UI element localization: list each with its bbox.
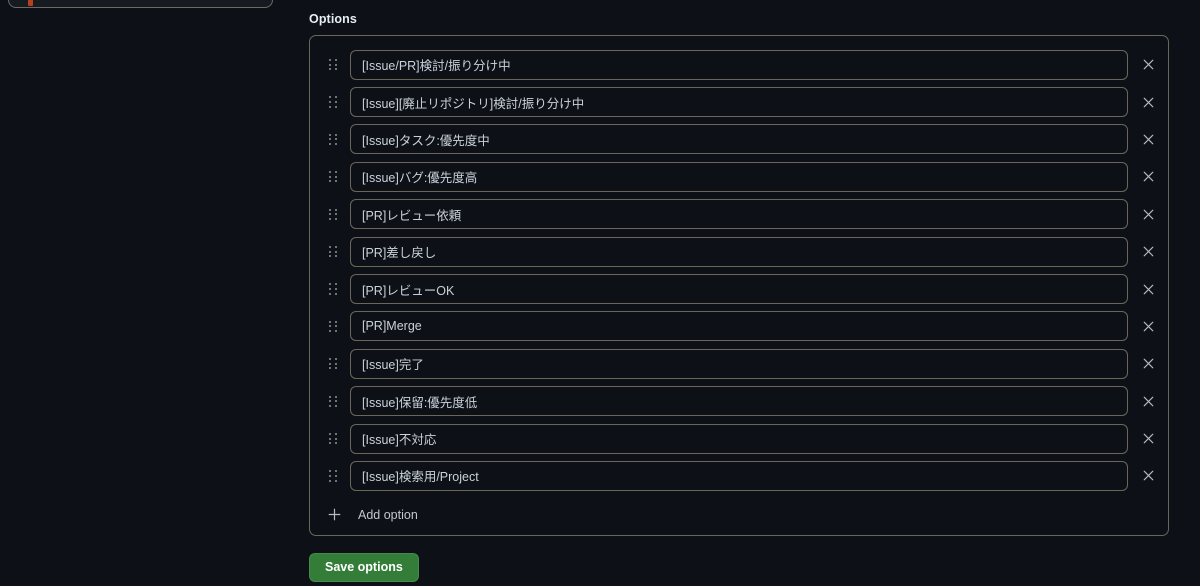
save-options-button[interactable]: Save options [309,552,419,582]
option-row [310,270,1168,307]
panel-accent-bar [28,0,33,6]
remove-option-button[interactable] [1128,461,1168,491]
option-row [310,345,1168,382]
drag-handle-icon[interactable] [322,126,344,152]
drag-handle-icon[interactable] [322,351,344,377]
remove-option-button[interactable] [1128,50,1168,80]
option-row [310,457,1168,494]
plus-icon [324,505,344,525]
drag-handle-icon[interactable] [322,313,344,339]
remove-option-button[interactable] [1128,124,1168,154]
drag-handle-icon[interactable] [322,276,344,302]
option-row [310,46,1168,83]
option-input[interactable] [350,274,1128,305]
option-row [310,158,1168,195]
option-input[interactable] [350,49,1128,80]
close-icon [1143,59,1153,70]
drag-handle-icon[interactable] [322,52,344,78]
option-row [310,233,1168,270]
options-label: Options [309,12,357,26]
remove-option-button[interactable] [1128,199,1168,229]
close-icon [1143,433,1153,444]
option-input[interactable] [350,87,1128,118]
drag-handle-icon[interactable] [322,388,344,414]
close-icon [1143,321,1153,332]
remove-option-button[interactable] [1128,349,1168,379]
remove-option-button[interactable] [1128,162,1168,192]
remove-option-button[interactable] [1128,311,1168,341]
options-list-container: Add option [309,35,1169,536]
remove-option-button[interactable] [1128,237,1168,267]
option-input[interactable] [350,199,1128,230]
drag-handle-icon[interactable] [322,164,344,190]
remove-option-button[interactable] [1128,274,1168,304]
drag-handle-icon[interactable] [322,201,344,227]
option-input[interactable] [350,124,1128,155]
drag-handle-icon[interactable] [322,426,344,452]
option-input[interactable] [350,386,1128,417]
option-input[interactable] [350,348,1128,379]
option-row [310,308,1168,345]
drag-handle-icon[interactable] [322,89,344,115]
option-row [310,196,1168,233]
close-icon [1143,396,1153,407]
option-input[interactable] [350,460,1128,491]
options-section: Options Add option Save options [309,0,1169,582]
left-panel-card [8,0,273,8]
option-row [310,121,1168,158]
close-icon [1143,172,1153,182]
close-icon [1143,246,1153,257]
remove-option-button[interactable] [1128,87,1168,117]
close-icon [1143,284,1153,294]
remove-option-button[interactable] [1128,424,1168,454]
close-icon [1143,134,1153,145]
option-row [310,83,1168,120]
options-list [310,46,1168,495]
close-icon [1143,209,1153,220]
option-input[interactable] [350,236,1128,267]
close-icon [1143,471,1153,481]
option-input[interactable] [350,311,1128,342]
option-row [310,383,1168,420]
drag-handle-icon[interactable] [322,239,344,265]
option-input[interactable] [350,161,1128,192]
close-icon [1143,358,1153,369]
drag-handle-icon[interactable] [322,463,344,489]
add-option-label: Add option [358,507,418,522]
option-input[interactable] [350,423,1128,454]
add-option-button[interactable]: Add option [310,495,1168,535]
remove-option-button[interactable] [1128,386,1168,416]
close-icon [1143,97,1153,107]
option-row [310,420,1168,457]
